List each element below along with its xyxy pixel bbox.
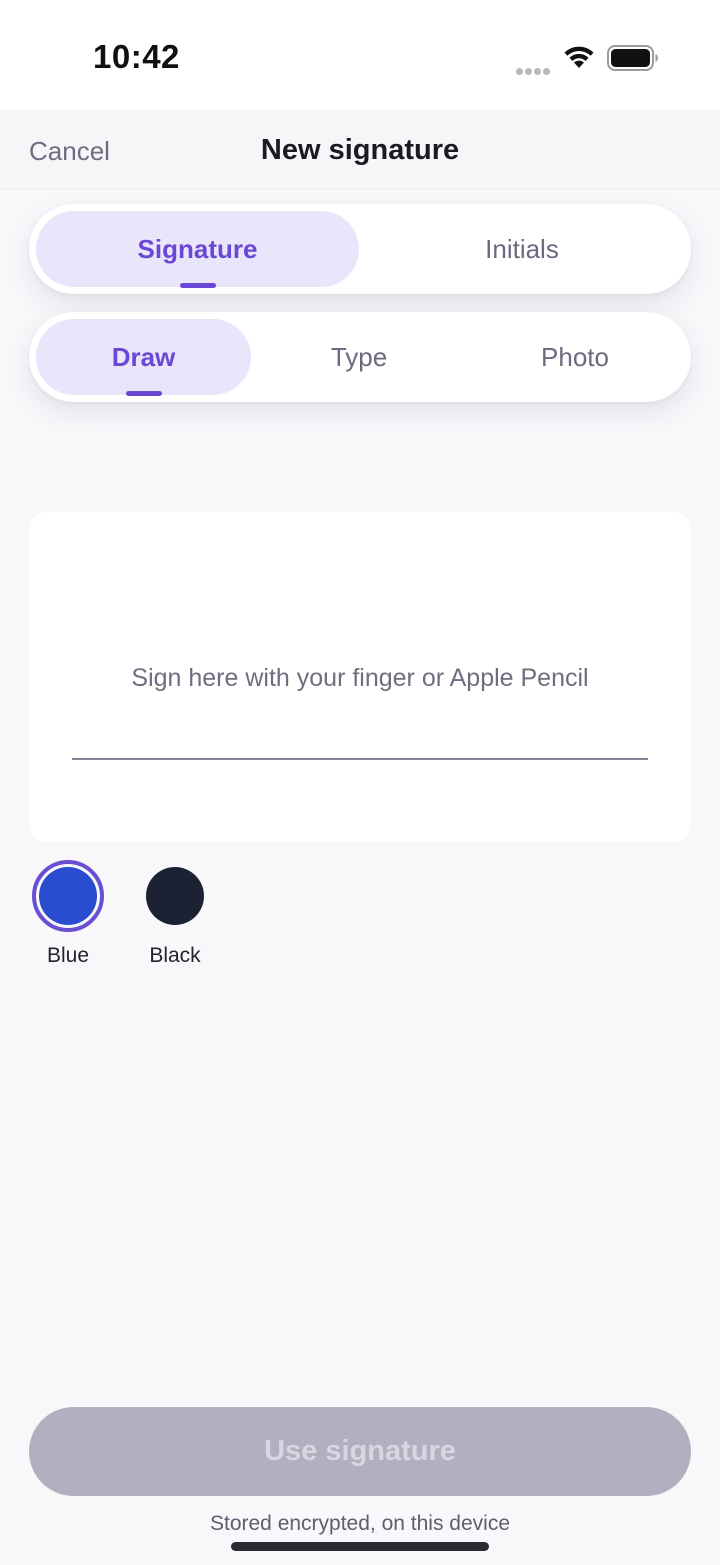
swatch-ring xyxy=(139,860,211,932)
ink-color-label: Black xyxy=(149,944,201,967)
tab-initials-label: Initials xyxy=(485,233,559,264)
blue-swatch xyxy=(39,867,97,925)
signature-hint: Sign here with your finger or Apple Penc… xyxy=(131,664,589,692)
battery-icon xyxy=(607,45,658,71)
tab-type[interactable]: Type xyxy=(251,319,467,395)
signature-kind-tabs: Signature Initials xyxy=(29,204,691,294)
tab-draw-label: Draw xyxy=(111,341,176,372)
status-time: 10:42 xyxy=(93,38,180,75)
tab-signature-label: Signature xyxy=(137,233,258,264)
input-method-tabs: Draw Type Photo xyxy=(29,312,691,402)
tab-draw[interactable]: Draw xyxy=(36,319,251,395)
ink-color-label: Blue xyxy=(46,944,90,967)
storage-note: Stored encrypted, on this device xyxy=(209,1512,510,1535)
page-title: New signature xyxy=(260,134,460,166)
nav-bar: Cancel New signature xyxy=(0,110,720,190)
tab-type-label: Type xyxy=(330,341,388,372)
tab-signature[interactable]: Signature xyxy=(36,211,359,287)
signal-icon xyxy=(516,62,552,75)
signature-baseline xyxy=(72,758,648,760)
tab-signature-indicator xyxy=(180,283,216,288)
new-signature-screen: 10:42 Cancel New signature Signature Ini… xyxy=(0,0,720,1565)
black-swatch xyxy=(146,867,204,925)
ink-color-black[interactable]: Black xyxy=(130,860,220,968)
ink-color-blue[interactable]: Blue xyxy=(23,860,113,968)
home-indicator xyxy=(231,1542,489,1551)
tab-photo[interactable]: Photo xyxy=(467,319,683,395)
use-signature-button[interactable]: Use signature xyxy=(29,1407,691,1496)
wifi-icon xyxy=(564,46,594,68)
status-bar: 10:42 xyxy=(0,0,720,110)
swatch-ring-selected xyxy=(32,860,104,932)
tab-draw-indicator xyxy=(126,391,162,396)
tab-photo-label: Photo xyxy=(541,341,609,372)
tab-initials[interactable]: Initials xyxy=(360,211,684,287)
signature-canvas[interactable]: Sign here with your finger or Apple Penc… xyxy=(29,512,691,842)
